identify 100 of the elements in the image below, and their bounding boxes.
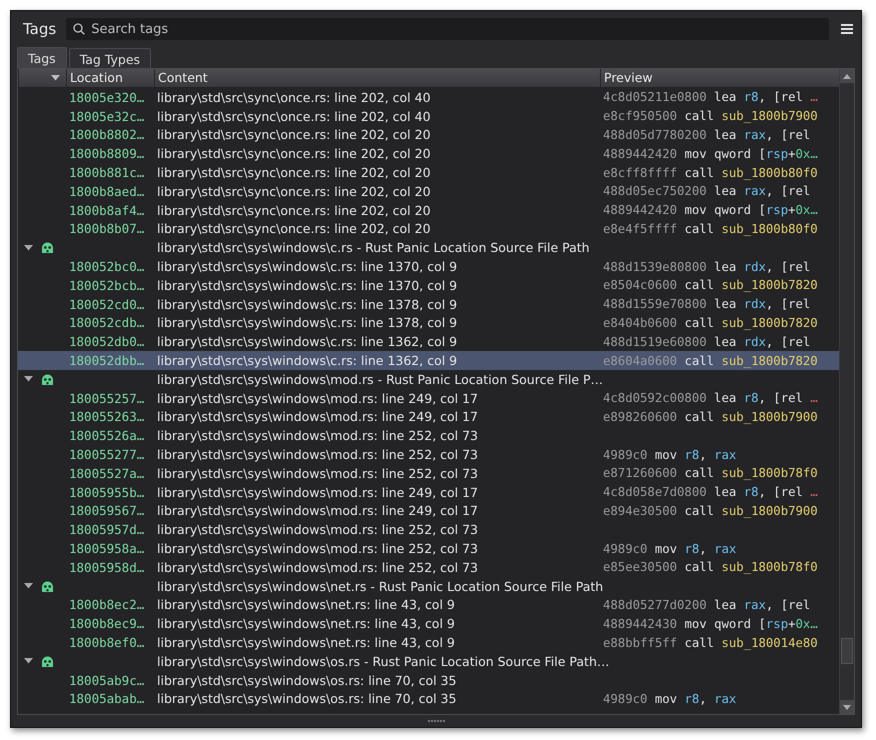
content-cell-text: library\std\src\sys\windows\mod.rs: line 252, col 73 [156,466,478,481]
collapse-caret-icon[interactable] [24,658,33,664]
scrollbar[interactable] [839,69,854,714]
table-row[interactable]: 180055277… library\std\src\sys\windows\mod.rs: line 252, col 73 4989c0 mov r8, rax [18,445,839,464]
content-cell-text: library\std\src\sys\windows\c.rs: line 1370, col 9 [156,278,458,293]
preview-cell-text: 488d1519e60800 lea rdx, [rel [602,334,810,349]
table-row[interactable]: library\std\src\sys\windows\os.rs - Rust Panic Location Source File Path… [18,652,839,671]
collapse-caret-icon[interactable] [24,376,33,382]
table-row[interactable]: 18005958a… library\std\src\sys\windows\mod.rs: line 252, col 73 4989c0 mov r8, rax [18,539,839,558]
table-row[interactable]: library\std\src\sys\windows\mod.rs - Rust Panic Location Source File P… [18,370,839,389]
collapse-caret-icon[interactable] [24,244,33,251]
content-cell-text: library\std\src\sync\once.rs: line 202, col 40 [156,90,431,105]
location-cell-text: 180052cdb… [68,315,144,330]
column-header[interactable]: Preview [604,70,653,85]
preview-cell-text: e8504c0600 call sub_1800b7820 [602,278,818,292]
location-cell-text: 1800b8802… [68,127,144,142]
table-row[interactable]: 180052bcb… library\std\src\sys\windows\c.rs: line 1370, col 9 e8504c0600 call sub_1800b7820 [18,276,839,295]
table-row[interactable]: 18005e320… library\std\src\sync\once.rs: line 202, col 40 4c8d05211e0800 lea r8, [rel … [18,88,839,107]
table-row[interactable]: 1800b8aed… library\std\src\sync\once.rs: line 202, col 20 488d05ec750200 lea rax, [rel [18,182,839,201]
location-cell-text: 18005e32c… [68,108,144,124]
location-cell-text: 18005958d… [68,560,144,575]
preview-cell-text: e8404b0600 call sub_1800b7820 [602,316,818,330]
table-row[interactable]: library\std\src\sys\windows\net.rs - Rust Panic Location Source File Path [18,576,839,596]
table-row[interactable]: 1800b8802… library\std\src\sync\once.rs: line 202, col 20 488d05d7780200 lea rax, [rel [18,126,839,144]
table-row[interactable]: 180055257… library\std\src\sys\windows\mod.rs: line 249, col 17 4c8d0592c00800 lea r8, [rel … [18,388,839,408]
resize-grip-icon[interactable] [428,720,444,722]
table-row[interactable]: 180052cdb… library\std\src\sys\windows\c.rs: line 1378, col 9 e8404b0600 call sub_1800b7820 [18,314,839,332]
table-row[interactable]: 1800b8ef0… library\std\src\sys\windows\net.rs: line 43, col 9 e88bbff5ff call sub_180014e80 [18,633,839,652]
content-cell-text: library\std\src\sync\once.rs: line 202, col 20 [156,146,431,162]
table-row[interactable]: 180055263… library\std\src\sys\windows\mod.rs: line 249, col 17 e898260600 call sub_1800b7900 [18,408,839,426]
collapse-caret-icon[interactable] [24,583,33,590]
preview-cell-text: 488d05ec750200 lea rax, [rel [602,184,810,198]
table-row[interactable]: 180052bc0… library\std\src\sys\windows\c.rs: line 1370, col 9 488d1539e80800 lea rdx, [rel [18,257,839,276]
content-cell-text: library\std\src\sys\windows\mod.rs: line 249, col 17 [156,484,478,500]
panel-title: Tags [23,20,56,38]
preview-cell-text: e8cff8ffff call sub_1800b80f0 [602,166,818,180]
table-row[interactable]: 180052dbb… library\std\src\sys\windows\c.rs: line 1362, col 9 e8604a0600 call sub_1800b7820 [18,351,839,370]
table-row[interactable]: 180052db0… library\std\src\sys\windows\c.rs: line 1362, col 9 488d1519e60800 lea rdx, [rel [18,332,839,352]
table-row[interactable]: 18005ab9c… library\std\src\sys\windows\os.rs: line 70, col 35 [18,670,839,690]
preview-cell-text: e88bbff5ff call sub_180014e80 [602,636,818,650]
group-title: library\std\src\sys\windows\net.rs - Rust Panic Location Source File Path [156,578,604,594]
tab[interactable]: Tags [17,47,67,68]
location-cell-text: 180059567… [68,503,144,518]
sort-caret-icon[interactable] [51,75,60,81]
preview-cell-text: 4c8d05211e0800 lea r8, [rel … [602,90,818,104]
table-row[interactable]: 180052cd0… library\std\src\sys\windows\c.rs: line 1378, col 9 488d1559e70800 lea rdx, [rel [18,294,839,314]
column-header[interactable]: Location [70,70,123,85]
table-row[interactable]: 18005526a… library\std\src\sys\windows\mod.rs: line 252, col 73 [18,426,839,446]
content-cell-text: library\std\src\sys\windows\c.rs: line 1378, col 9 [156,315,458,330]
tab[interactable]: Tag Types [68,48,152,68]
table-row[interactable]: 1800b881c… library\std\src\sync\once.rs: line 202, col 20 e8cff8ffff call sub_1800b80f0 [18,163,839,182]
column-header[interactable]: Content [158,70,208,85]
content-cell-text: library\std\src\sys\windows\mod.rs: line 249, col 17 [156,390,478,406]
table-row[interactable]: library\std\src\sys\windows\c.rs - Rust Panic Location Source File Path [18,238,839,258]
location-cell-text: 180052db0… [68,334,144,350]
preview-cell-text: e8604a0600 call sub_1800b7820 [602,354,818,368]
location-cell-text: 18005958a… [68,541,144,556]
content-cell-text: library\std\src\sys\windows\c.rs: line 1370, col 9 [156,259,458,274]
preview-cell-text: 4c8d0592c00800 lea r8, [rel … [602,391,818,406]
table-row[interactable]: 180059567… library\std\src\sys\windows\mod.rs: line 249, col 17 e894e30500 call sub_1800b7900 [18,502,839,520]
location-cell-text: 18005e320… [68,90,144,105]
content-cell-text: library\std\src\sync\once.rs: line 202, col 20 [156,165,431,180]
emoji-icon [41,372,54,386]
table-row[interactable]: 1800b8af4… library\std\src\sync\once.rs: line 202, col 20 4889442420 mov qword [rsp+0x… [18,200,839,220]
scroll-thumb[interactable] [841,638,853,664]
table-row[interactable]: 1800b8ec2… library\std\src\sys\windows\net.rs: line 43, col 9 488d05277d0200 lea rax, [rel [18,596,839,614]
scroll-down-icon[interactable] [843,704,851,710]
search-field[interactable]: Search tags [66,18,829,40]
emoji-icon [41,241,54,254]
table-row[interactable]: 1800b8ec9… library\std\src\sys\windows\net.rs: line 43, col 9 4889442430 mov qword [rsp+0x… [18,614,839,634]
table-row[interactable]: 1800b8809… library\std\src\sync\once.rs: line 202, col 20 4889442420 mov qword [rsp+0x… [18,144,839,164]
scroll-up-icon[interactable] [843,74,851,78]
table-row[interactable]: 18005abab… library\std\src\sys\windows\os.rs: line 70, col 35 4989c0 mov r8, rax [18,690,839,708]
table-row[interactable]: 18005527a… library\std\src\sys\windows\mod.rs: line 252, col 73 e871260600 call sub_1800b78f0 [18,464,839,483]
preview-cell-text: 488d05d7780200 lea rax, [rel [602,128,810,142]
group-title: library\std\src\sys\windows\mod.rs - Rust Panic Location Source File P… [156,372,604,387]
location-cell-text: 18005abab… [68,691,144,706]
emoji-icon [41,654,54,668]
location-cell-text: 180052bcb… [68,278,144,293]
location-cell-text: 180055277… [68,447,144,462]
content-cell-text: library\std\src\sys\windows\os.rs: line 70, col 35 [156,672,456,688]
preview-cell-text: e8cf950500 call sub_1800b7900 [602,109,818,124]
search-icon [73,23,86,35]
table-row[interactable]: 18005955b… library\std\src\sys\windows\mod.rs: line 249, col 17 4c8d058e7d0800 lea r8, [rel … [18,482,839,502]
preview-cell-text: 488d1559e70800 lea rdx, [rel [602,297,810,312]
content-cell-text: library\std\src\sync\once.rs: line 202, col 20 [156,127,431,142]
location-cell-text: 18005ab9c… [68,672,144,688]
preview-cell-text: 488d05277d0200 lea rax, [rel [602,598,810,612]
content-cell-text: library\std\src\sys\windows\net.rs: line 43, col 9 [156,597,455,612]
preview-cell-text: e85ee30500 call sub_1800b78f0 [602,560,818,574]
preview-cell-text: e898260600 call sub_1800b7900 [602,410,818,424]
table-row[interactable]: 18005e32c… library\std\src\sync\once.rs: line 202, col 40 e8cf950500 call sub_1800b7900 [18,106,839,126]
table-row[interactable]: 1800b8b07… library\std\src\sync\once.rs: line 202, col 20 e8e4f5ffff call sub_1800b80f0 [18,220,839,238]
table-row[interactable]: 18005958d… library\std\src\sys\windows\mod.rs: line 252, col 73 e85ee30500 call sub_1800b78f0 [18,558,839,577]
content-cell-text: library\std\src\sys\windows\mod.rs: line 252, col 73 [156,428,478,444]
menu-button[interactable] [839,21,855,37]
table-row[interactable]: 18005957d… library\std\src\sys\windows\mod.rs: line 252, col 73 [18,520,839,540]
location-cell-text: 1800b8aed… [68,184,144,199]
preview-cell-text: 4889442420 mov qword [rsp+0x… [602,146,818,161]
group-title: library\std\src\sys\windows\os.rs - Rust Panic Location Source File Path… [156,654,610,669]
